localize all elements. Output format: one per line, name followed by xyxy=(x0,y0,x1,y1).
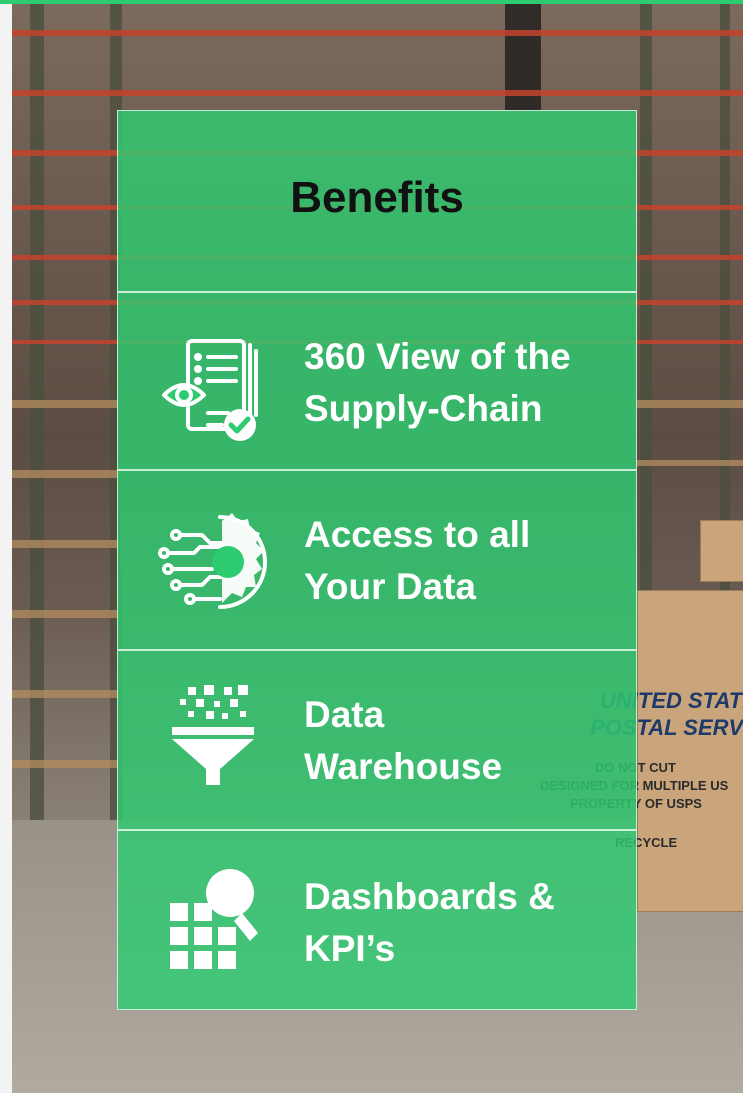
left-border xyxy=(0,0,12,1093)
panel-title: Benefits xyxy=(290,173,464,222)
benefit-label-3: Data Warehouse xyxy=(304,694,503,787)
funnel-icon xyxy=(172,685,254,785)
circuit-gear-icon xyxy=(158,513,267,609)
benefit-label-4: Dashboards & KPI’s xyxy=(304,876,555,969)
benefit-item: Access to all Your Data xyxy=(118,469,636,651)
checklist-eye-icon xyxy=(162,339,258,441)
top-accent-bar xyxy=(0,0,743,4)
benefit-item: Data Warehouse xyxy=(118,649,636,831)
benefits-panel: Benefits 360 View of the Supply-Chain Ac… xyxy=(117,110,637,1010)
benefit-item: 360 View of the Supply-Chain xyxy=(118,291,636,471)
benefit-label-2: Access to all Your Data xyxy=(304,514,531,607)
dashboard-search-icon xyxy=(170,869,258,969)
benefit-item: Dashboards & KPI’s xyxy=(118,829,636,1011)
benefit-label-1: 360 View of the Supply-Chain xyxy=(304,336,571,429)
